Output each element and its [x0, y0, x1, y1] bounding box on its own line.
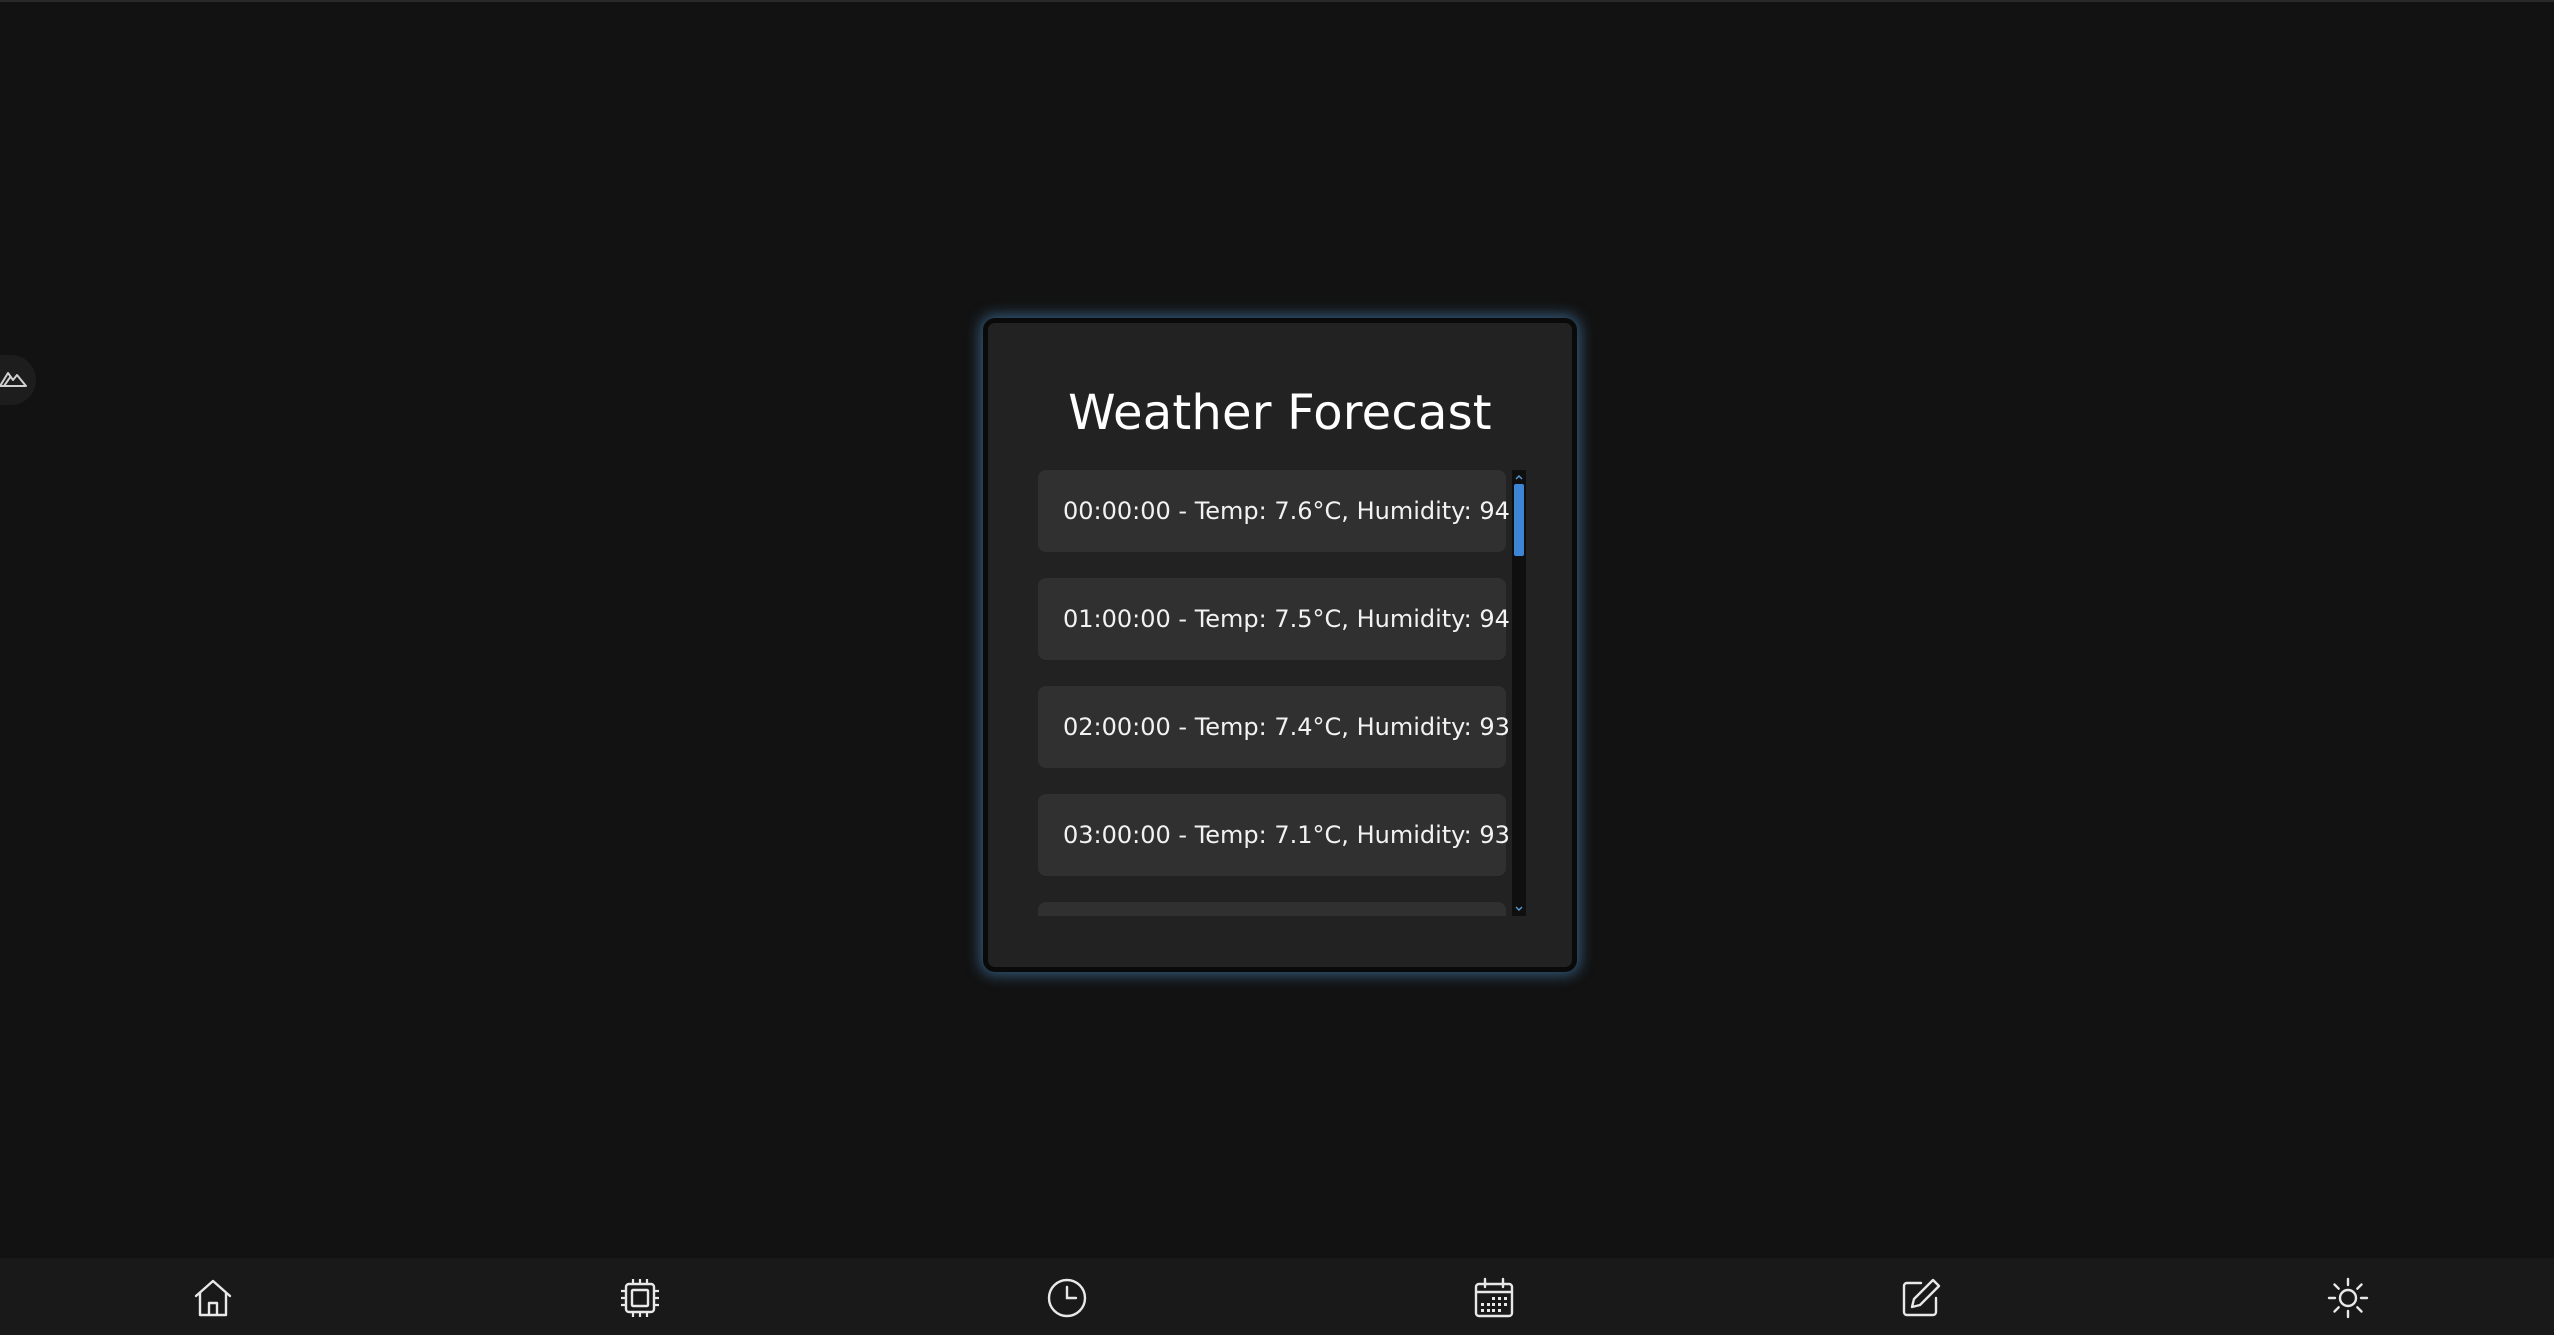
- clock-icon: [1045, 1276, 1089, 1320]
- nav-theme-button[interactable]: [2320, 1276, 2376, 1332]
- list-item: 02:00:00 - Temp: 7.4°C, Humidity: 93%,: [1038, 686, 1511, 768]
- scroll-up-arrow[interactable]: [1512, 471, 1526, 483]
- scroll-thumb[interactable]: [1514, 484, 1524, 556]
- edit-icon: [1899, 1276, 1943, 1320]
- weather-forecast-card: Weather Forecast 00:00:00 - Temp: 7.6°C,…: [983, 318, 1577, 972]
- side-panel-toggle[interactable]: [0, 355, 36, 405]
- nav-history-button[interactable]: [1039, 1276, 1095, 1332]
- chip-icon: [618, 1276, 662, 1320]
- mountain-icon: [0, 367, 28, 393]
- nav-device-button[interactable]: [612, 1276, 668, 1332]
- nav-home-button[interactable]: [185, 1276, 241, 1332]
- forecast-scrollbar[interactable]: [1512, 470, 1526, 916]
- nav-edit-button[interactable]: [1893, 1276, 1949, 1332]
- sun-icon: [2326, 1276, 2370, 1320]
- forecast-list[interactable]: 00:00:00 - Temp: 7.6°C, Humidity: 94%, 0…: [1038, 470, 1511, 916]
- list-item: 00:00:00 - Temp: 7.6°C, Humidity: 94%,: [1038, 470, 1511, 552]
- list-item: [1038, 902, 1506, 916]
- top-border: [0, 0, 2554, 2]
- nav-calendar-button[interactable]: [1466, 1276, 1522, 1332]
- home-icon: [191, 1276, 235, 1320]
- calendar-icon: [1472, 1276, 1516, 1320]
- list-item: 03:00:00 - Temp: 7.1°C, Humidity: 93%,: [1038, 794, 1511, 876]
- scroll-down-arrow[interactable]: [1512, 903, 1526, 915]
- list-item: 01:00:00 - Temp: 7.5°C, Humidity: 94%,: [1038, 578, 1511, 660]
- card-title: Weather Forecast: [1068, 385, 1492, 441]
- bottom-navigation: [0, 1258, 2554, 1335]
